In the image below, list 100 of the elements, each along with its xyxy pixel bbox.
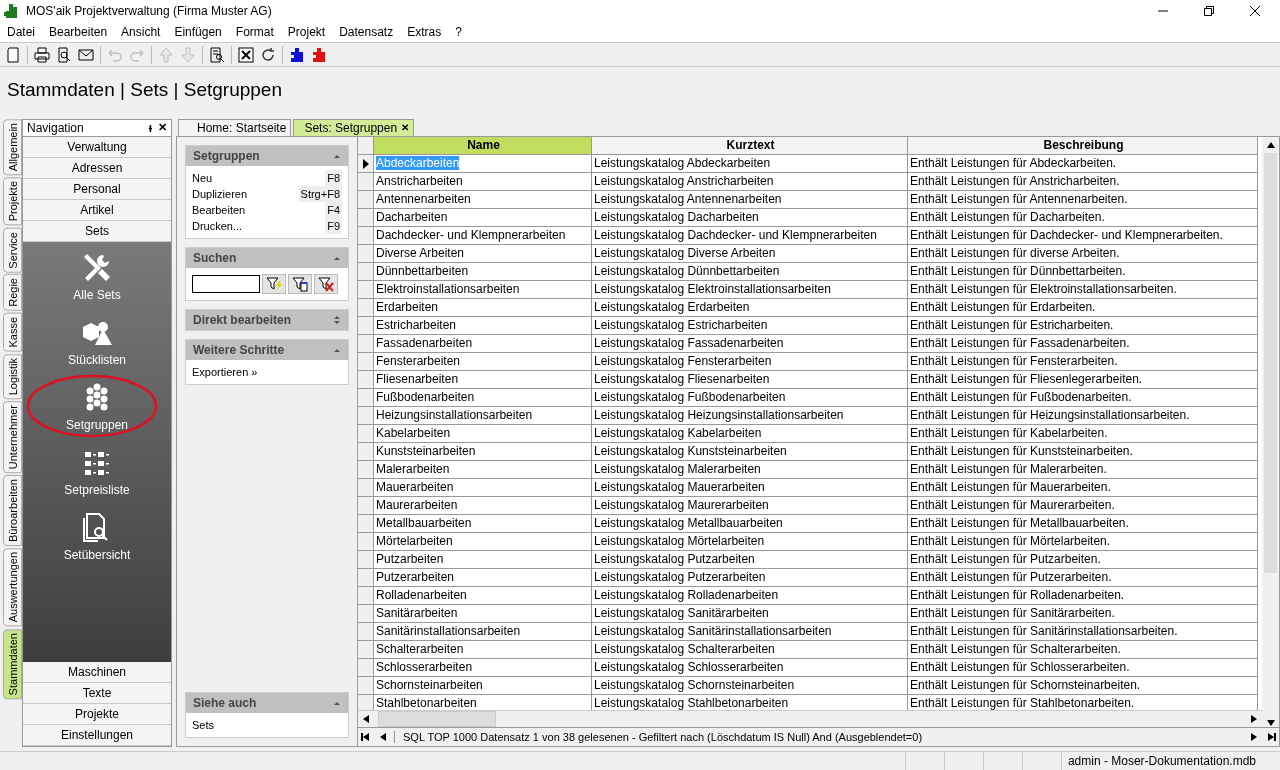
nav-item[interactable]: Verwaltung xyxy=(23,137,171,158)
table-cell: Enthält Leistungen für Abdeckarbeiten. xyxy=(908,155,1258,173)
section-header[interactable]: Weitere Schritte xyxy=(186,340,348,360)
menu-item[interactable]: Format xyxy=(235,25,274,39)
table-cell: Leistungskatalog Diverse Arbeiten xyxy=(592,245,908,263)
table-cell: Fassadenarbeiten xyxy=(374,335,592,353)
nav-item[interactable]: Texte xyxy=(23,683,171,704)
table-cell: Enthält Leistungen für Antennenarbeiten. xyxy=(908,191,1258,209)
scroll-left-icon[interactable] xyxy=(362,715,370,723)
document-tab[interactable]: Sets: Setgruppen ✕ xyxy=(293,119,415,136)
close-document-icon[interactable] xyxy=(238,46,254,63)
side-tab[interactable]: Logistik xyxy=(3,353,22,399)
expand-icon[interactable] xyxy=(334,315,340,325)
section-title: Weitere Schritte xyxy=(193,343,285,357)
table-cell: Enthält Leistungen für Elektroinstallationsarbeiten. xyxy=(908,281,1258,299)
table-cell: Enthält Leistungen für Schlosserarbeiten. xyxy=(908,659,1258,677)
record-info: SQL TOP 1000 Datensatz 1 von 38 gelesenen - Gefiltert nach (Löschdatum IS Null) And (Ausgeblendet=0) xyxy=(394,731,1243,743)
menu-item[interactable]: Extras xyxy=(407,25,442,39)
nav-item[interactable]: Setübersicht xyxy=(63,548,131,562)
nav-item[interactable]: Setgruppen xyxy=(65,418,129,432)
first-record-icon[interactable] xyxy=(358,732,372,742)
side-tab[interactable]: Regie xyxy=(3,274,22,312)
column-header[interactable]: Beschreibung xyxy=(908,137,1258,155)
action-link[interactable]: Sets xyxy=(192,717,214,733)
close-icon[interactable] xyxy=(1250,6,1260,16)
side-tab[interactable]: Projekte xyxy=(3,177,22,226)
side-tab[interactable]: Allgemein xyxy=(3,119,22,176)
document-tab[interactable]: Home: Startseite xyxy=(178,119,292,136)
menu-item[interactable]: Datei xyxy=(7,25,35,39)
table-cell: Kabelarbeiten xyxy=(374,425,592,443)
nav-item[interactable]: Adressen xyxy=(23,158,171,179)
report-icon[interactable] xyxy=(209,46,225,63)
table-cell: Dachdecker- und Klempnerarbeiten xyxy=(374,227,592,245)
nav-item[interactable]: Projekte xyxy=(23,704,171,725)
side-tab[interactable]: Kasse xyxy=(3,313,22,352)
collapse-icon[interactable] xyxy=(334,256,340,260)
status-text: admin - Moser-Dokumentation.mdb xyxy=(1060,752,1280,770)
nav-item[interactable]: Maschinen xyxy=(23,662,171,683)
nav-item[interactable]: Alle Sets xyxy=(73,288,121,302)
nav-item[interactable]: Artikel xyxy=(23,200,171,221)
last-record-icon[interactable] xyxy=(1265,732,1279,742)
section-header[interactable]: Siehe auch xyxy=(186,693,348,713)
filter-icon[interactable] xyxy=(288,274,312,294)
close-tab-button[interactable]: ✕ xyxy=(401,120,410,136)
menu-item[interactable]: Einfügen xyxy=(174,25,222,39)
section-header[interactable]: Setgruppen xyxy=(186,146,348,166)
side-tab[interactable]: Service xyxy=(3,227,22,273)
nav-item[interactable]: Stücklisten xyxy=(68,353,126,367)
collapse-icon[interactable] xyxy=(334,154,340,158)
menu-item[interactable]: Datensatz xyxy=(339,25,394,39)
table-cell: Leistungskatalog Kunststeinarbeiten xyxy=(592,443,908,461)
pin-button[interactable]: ᵼ xyxy=(148,121,152,135)
nav-item[interactable]: Sets xyxy=(23,221,171,242)
nav-item[interactable]: Einstellungen xyxy=(23,725,171,746)
action-link[interactable]: Bearbeiten xyxy=(192,202,246,218)
table-cell: Mauerarbeiten xyxy=(374,479,592,497)
menu-item[interactable]: Ansicht xyxy=(121,25,161,39)
nav-item[interactable]: Personal xyxy=(23,179,171,200)
page-heading: Stammdaten | Sets | Setgruppen xyxy=(7,79,282,101)
action-link[interactable]: Duplizieren xyxy=(192,186,248,202)
table-cell: Enthält Leistungen für Schornsteinarbeiten. xyxy=(908,677,1258,695)
action-link[interactable]: Exportieren » xyxy=(192,364,258,380)
action-link[interactable]: Drucken... xyxy=(192,218,243,234)
table-cell: Leistungskatalog Schlosserarbeiten xyxy=(592,659,908,677)
menu-item[interactable]: Projekt xyxy=(287,25,326,39)
mail-icon[interactable] xyxy=(78,46,94,63)
clear-filter-icon[interactable] xyxy=(314,274,338,294)
row-header[interactable] xyxy=(358,155,374,173)
table-cell: Leistungskatalog Elektroinstallationsarbeiten xyxy=(592,281,908,299)
side-tab[interactable]: Stammdaten xyxy=(3,628,22,699)
print-icon[interactable] xyxy=(34,46,50,63)
restore-icon[interactable] xyxy=(1204,6,1214,16)
side-tab[interactable]: Unternehmer xyxy=(3,401,22,474)
side-tab[interactable]: Auswertungen xyxy=(3,548,22,627)
refresh-icon[interactable] xyxy=(260,46,276,63)
scroll-up-icon[interactable] xyxy=(1266,141,1275,149)
section-header[interactable]: Suchen xyxy=(186,248,348,268)
new-page-icon[interactable] xyxy=(5,46,21,63)
menu-item[interactable]: Bearbeiten xyxy=(49,25,108,39)
column-header[interactable]: Kurztext xyxy=(592,137,908,155)
horizontal-scrollbar[interactable] xyxy=(358,710,1262,727)
collapse-icon[interactable] xyxy=(334,701,340,705)
section-title: Siehe auch xyxy=(193,696,257,710)
table-cell: Enthält Leistungen für Fassadenarbeiten. xyxy=(908,335,1258,353)
table-cell: Enthält Leistungen für Heizungsinstallationsarbeiten. xyxy=(908,407,1258,425)
close-button[interactable]: ✕ xyxy=(158,121,167,135)
action-link[interactable]: Neu xyxy=(192,170,213,186)
puzzle-icon[interactable] xyxy=(289,46,305,63)
collapse-icon[interactable] xyxy=(334,348,340,352)
section-title: Setgruppen xyxy=(193,149,260,163)
section-header[interactable]: Direkt bearbeiten xyxy=(186,310,348,330)
filter-icon[interactable] xyxy=(262,274,286,294)
nav-item[interactable]: Setpreisliste xyxy=(64,483,130,497)
print-preview-icon[interactable] xyxy=(56,46,72,63)
menu-item[interactable]: ? xyxy=(455,25,462,39)
column-header[interactable]: Name xyxy=(374,137,592,155)
puzzle-icon[interactable] xyxy=(311,46,327,63)
scroll-right-icon[interactable] xyxy=(1250,715,1258,723)
search-field[interactable] xyxy=(192,275,260,293)
side-tab[interactable]: Büroarbeiten xyxy=(3,475,22,547)
